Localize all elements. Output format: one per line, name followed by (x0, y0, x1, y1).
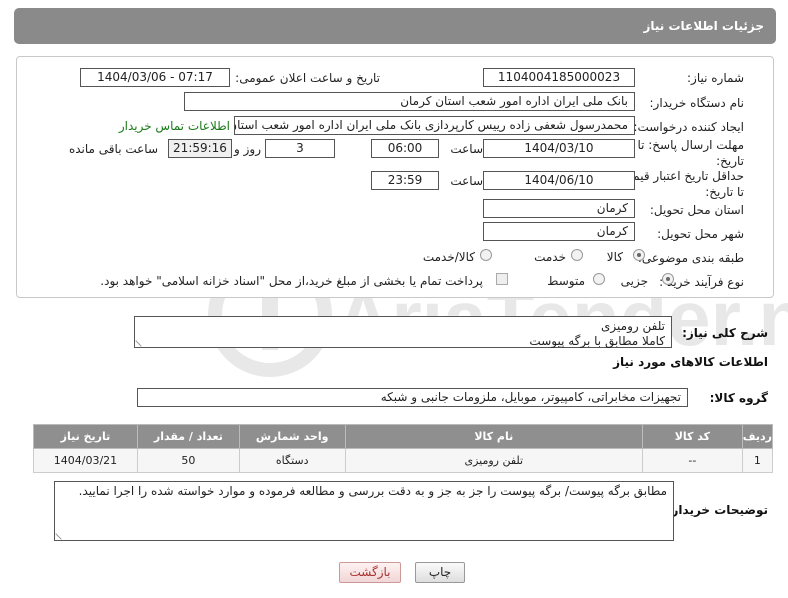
page-header: جزئیات اطلاعات نیاز (14, 8, 776, 44)
process-medium-radio[interactable] (593, 273, 605, 285)
category-service-radio[interactable] (571, 249, 583, 261)
item-date-cell: 1404/03/21 (33, 448, 138, 473)
row-number-cell: 1 (741, 448, 774, 473)
delivery-city-label: شهر محل تحویل: (657, 227, 744, 241)
print-button[interactable]: چاپ (415, 562, 465, 583)
buyer-contact-link[interactable]: اطلاعات تماس خریدار (119, 119, 230, 133)
page-title: جزئیات اطلاعات نیاز (643, 19, 764, 33)
category-service-label: خدمت (534, 250, 566, 264)
delivery-province-field[interactable]: کرمان (483, 199, 635, 218)
announce-date-field[interactable]: 1404/03/06 - 07:17 (80, 68, 230, 87)
category-goods-service-radio[interactable] (480, 249, 492, 261)
category-goods-label: کالا (606, 250, 623, 264)
need-description-line1: تلفن رومیزی (601, 319, 665, 333)
goods-group-field[interactable]: تجهیزات مخابراتی، کامپیوتر، موبایل، ملزو… (137, 388, 688, 407)
goods-table: ردیف کد کالا نام کالا واحد شمارش تعداد /… (33, 424, 774, 473)
process-minor-label: جزیی (620, 274, 648, 288)
back-button[interactable]: بازگشت (339, 562, 401, 583)
reply-deadline-date-field[interactable]: 1404/03/10 (483, 139, 635, 158)
days-remaining-field[interactable]: 3 (265, 139, 335, 158)
goods-table-header: ردیف کد کالا نام کالا واحد شمارش تعداد /… (33, 424, 774, 449)
item-name-cell: تلفن رومیزی (344, 448, 643, 473)
buyer-notes-field[interactable]: مطابق برگه پیوست/ برگه پیوست را جز به جز… (54, 481, 674, 541)
process-minor-radio[interactable] (662, 273, 674, 285)
buyer-notes-text: مطابق برگه پیوست/ برگه پیوست را جز به جز… (78, 484, 667, 498)
need-number-label: شماره نیاز: (687, 71, 744, 85)
delivery-province-label: استان محل تحویل: (649, 203, 744, 217)
col-unit-header: واحد شمارش (238, 424, 346, 449)
remaining-time-field: 21:59:16 (168, 139, 232, 158)
reply-deadline-time-label: ساعت (450, 142, 483, 156)
buyer-org-field[interactable]: بانک ملی ایران اداره امور شعب استان کرما… (184, 92, 635, 111)
resize-handle-icon[interactable] (55, 528, 67, 540)
item-qty-cell: 50 (136, 448, 240, 473)
col-row-header: ردیف (741, 424, 774, 449)
delivery-city-field[interactable]: کرمان (483, 222, 635, 241)
request-creator-label: ایجاد کننده درخواست: (633, 120, 744, 134)
goods-group-label: گروه کالا: (709, 391, 768, 405)
item-unit-cell: دستگاه (238, 448, 346, 473)
price-validity-time-label: ساعت (450, 174, 483, 188)
col-date-header: تاریخ نیاز (33, 424, 138, 449)
need-description-line2: کاملا مطابق با برگه پیوست (529, 334, 665, 348)
category-goods-radio[interactable] (633, 249, 645, 261)
need-number-field[interactable]: 1104004185000023 (483, 68, 635, 87)
category-goods-service-label: کالا/خدمت (422, 250, 475, 264)
request-creator-field[interactable]: محمدرسول شعفی زاده رییس کارپردازی بانک م… (234, 116, 635, 135)
need-description-label: شرح کلی نیاز: (682, 326, 768, 340)
days-label: روز و (234, 142, 261, 156)
announce-date-label: تاریخ و ساعت اعلان عمومی: (235, 71, 380, 85)
remaining-time-label: ساعت باقی مانده (68, 142, 158, 156)
treasury-payment-note: پرداخت تمام یا بخشی از مبلغ خرید،از محل … (100, 274, 483, 288)
treasury-payment-checkbox[interactable] (496, 273, 508, 285)
need-description-field[interactable]: تلفن رومیزی کاملا مطابق با برگه پیوست (134, 316, 672, 348)
col-name-header: نام کالا (344, 424, 643, 449)
col-qty-header: تعداد / مقدار (136, 424, 240, 449)
buyer-notes-label: توضیحات خریدار: (666, 503, 768, 517)
subject-category-label: طبقه بندی موضوعی: (637, 251, 744, 265)
reply-deadline-time-field[interactable]: 06:00 (371, 139, 439, 158)
item-code-cell: -- (641, 448, 743, 473)
buyer-org-label: نام دستگاه خریدار: (649, 96, 745, 110)
goods-section-title: اطلاعات کالاهای مورد نیاز (613, 355, 768, 369)
process-medium-label: متوسط (547, 274, 585, 288)
price-validity-date-field[interactable]: 1404/06/10 (483, 171, 635, 190)
col-code-header: کد کالا (641, 424, 743, 449)
price-validity-time-field[interactable]: 23:59 (371, 171, 439, 190)
table-row[interactable]: 1 -- تلفن رومیزی دستگاه 50 1404/03/21 (33, 448, 774, 473)
